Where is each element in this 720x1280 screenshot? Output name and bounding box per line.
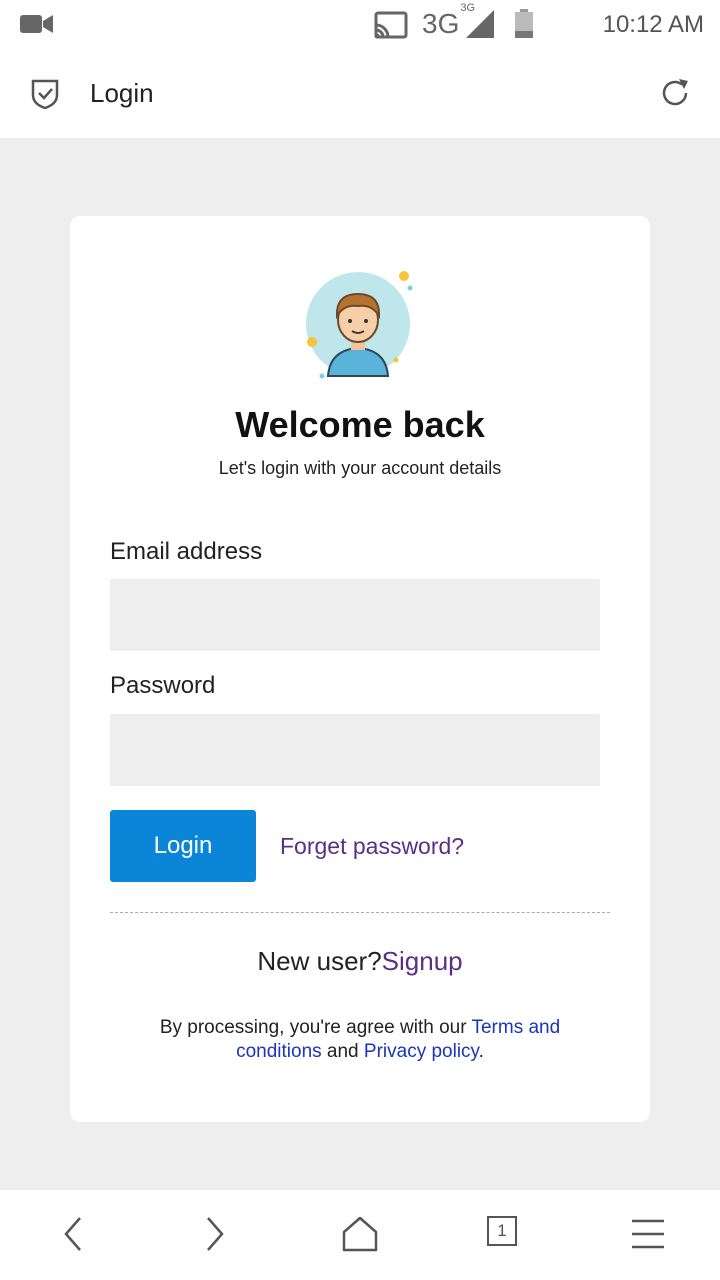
battery-icon: [515, 9, 533, 38]
signal-icon: [466, 10, 494, 38]
status-bar: 3G3G 10:12 AM: [0, 0, 720, 50]
welcome-subtitle: Let's login with your account details: [218, 458, 502, 478]
login-button[interactable]: Login: [110, 810, 256, 882]
user-avatar-illustration: [306, 271, 413, 379]
back-icon[interactable]: [58, 1214, 88, 1254]
login-card: Welcome back Let's login with your accou…: [70, 216, 650, 1122]
welcome-heading: Welcome back: [235, 404, 485, 445]
cast-icon: [374, 11, 408, 39]
terms-notice: By processing, you're agree with our Ter…: [130, 1016, 590, 1064]
password-label: Password: [110, 672, 216, 699]
page-title: Login: [90, 78, 154, 108]
reload-icon[interactable]: [658, 76, 692, 110]
terms-prefix: By processing, you're agree with our: [159, 1017, 472, 1038]
tabs-icon[interactable]: 1: [487, 1216, 517, 1246]
home-icon[interactable]: [340, 1214, 380, 1254]
new-user-prompt: New user?Signup: [70, 946, 650, 977]
new-user-text: New user?: [257, 946, 382, 976]
email-label: Email address: [110, 538, 263, 565]
video-camera-icon: [20, 15, 53, 33]
forward-icon[interactable]: [200, 1214, 230, 1254]
signup-link[interactable]: Signup: [382, 946, 463, 976]
password-field[interactable]: [110, 714, 600, 786]
terms-suffix: .: [478, 1041, 484, 1062]
status-time: 10:12 AM: [602, 11, 704, 38]
tab-count: 1: [497, 1221, 507, 1240]
app-bar: Login: [0, 50, 720, 138]
menu-icon[interactable]: [630, 1218, 666, 1250]
email-field[interactable]: [110, 579, 600, 651]
divider: [110, 912, 610, 913]
privacy-policy-link[interactable]: Privacy policy: [364, 1041, 479, 1062]
terms-and-text: and: [321, 1041, 364, 1062]
bottom-nav-bar: 1: [0, 1190, 720, 1280]
shield-check-icon[interactable]: [30, 78, 60, 110]
forgot-password-link[interactable]: Forget password?: [280, 833, 464, 860]
